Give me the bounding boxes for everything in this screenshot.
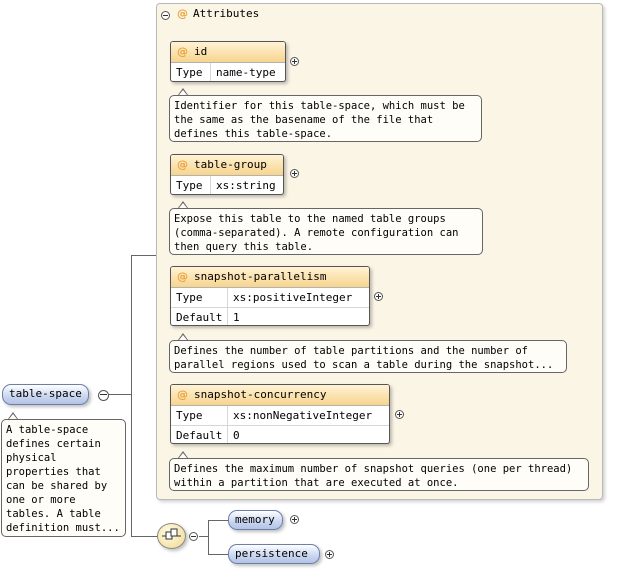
doc-table-space: A table-space defines certain physical p… [1,419,126,537]
doc-snapshot-parallelism: Defines the number of table partitions a… [169,340,567,373]
attribute-at-icon: @ [177,7,188,20]
expand-memory-icon[interactable] [290,515,299,524]
attribute-at-icon: @ [177,388,188,401]
expand-table-group-icon[interactable] [290,169,299,178]
attribute-name: snapshot-concurrency [194,388,327,401]
expand-persistence-icon[interactable] [325,550,334,559]
expand-snapshot-concurrency-icon[interactable] [395,410,404,419]
attribute-at-icon: @ [177,45,188,58]
element-persistence[interactable]: persistence [228,544,320,564]
attribute-key: Type [171,406,228,425]
attribute-name: table-group [194,158,267,171]
attribute-key: Type [171,63,211,81]
doc-snapshot-concurrency: Defines the maximum number of snapshot q… [169,458,589,491]
attribute-value: xs:string [216,179,276,192]
doc-pointer [8,412,18,419]
attribute-value: xs:nonNegativeInteger [233,409,373,422]
collapse-attributes-icon[interactable] [161,11,170,20]
attribute-at-icon: @ [177,270,188,283]
connector-root-horizontal [108,394,132,395]
collapse-table-space-icon[interactable] [98,390,109,401]
attribute-value: 0 [233,429,240,442]
doc-pointer [178,201,188,208]
attribute-name: id [194,45,208,58]
element-memory[interactable]: memory [228,510,283,530]
doc-id: Identifier for this table-space, which m… [169,95,482,142]
connector-trunk [131,255,132,537]
attribute-key: Default [171,308,228,325]
connector-seq-persistence [208,554,228,555]
element-table-space[interactable]: table-space [2,384,89,405]
attribute-key: Type [171,176,211,194]
attribute-value: name-type [216,66,276,79]
doc-table-group: Expose this table to the named table gro… [169,208,483,255]
attribute-key: Default [171,426,228,443]
attribute-name: snapshot-parallelism [194,270,327,283]
sequence-compositor[interactable] [157,523,186,549]
attribute-value: xs:positiveInteger [233,291,353,304]
connector-to-attributes [131,255,157,256]
expand-snapshot-parallelism-icon[interactable] [374,292,383,301]
connector-to-sequence [131,536,159,537]
attribute-key: Type [171,288,228,307]
attribute-box-table-group[interactable]: @ table-group Type xs:string [170,154,284,195]
sequence-icon [162,528,181,540]
attribute-value: 1 [233,311,240,324]
doc-pointer [178,88,188,95]
attribute-at-icon: @ [177,158,188,171]
collapse-sequence-icon[interactable] [189,532,198,541]
connector-seq-memory [208,520,228,521]
connector-seq-trunk [208,520,209,554]
attribute-box-id[interactable]: @ id Type name-type [170,41,286,82]
attribute-box-snapshot-concurrency[interactable]: @ snapshot-concurrency Type xs:nonNegative… [170,384,390,444]
attributes-group-title: Attributes [193,7,260,20]
attribute-box-snapshot-parallelism[interactable]: @ snapshot-parallelism Type xs:positiveInt… [170,266,370,326]
doc-pointer [178,333,188,340]
doc-pointer [178,451,188,458]
expand-id-icon[interactable] [290,57,299,66]
